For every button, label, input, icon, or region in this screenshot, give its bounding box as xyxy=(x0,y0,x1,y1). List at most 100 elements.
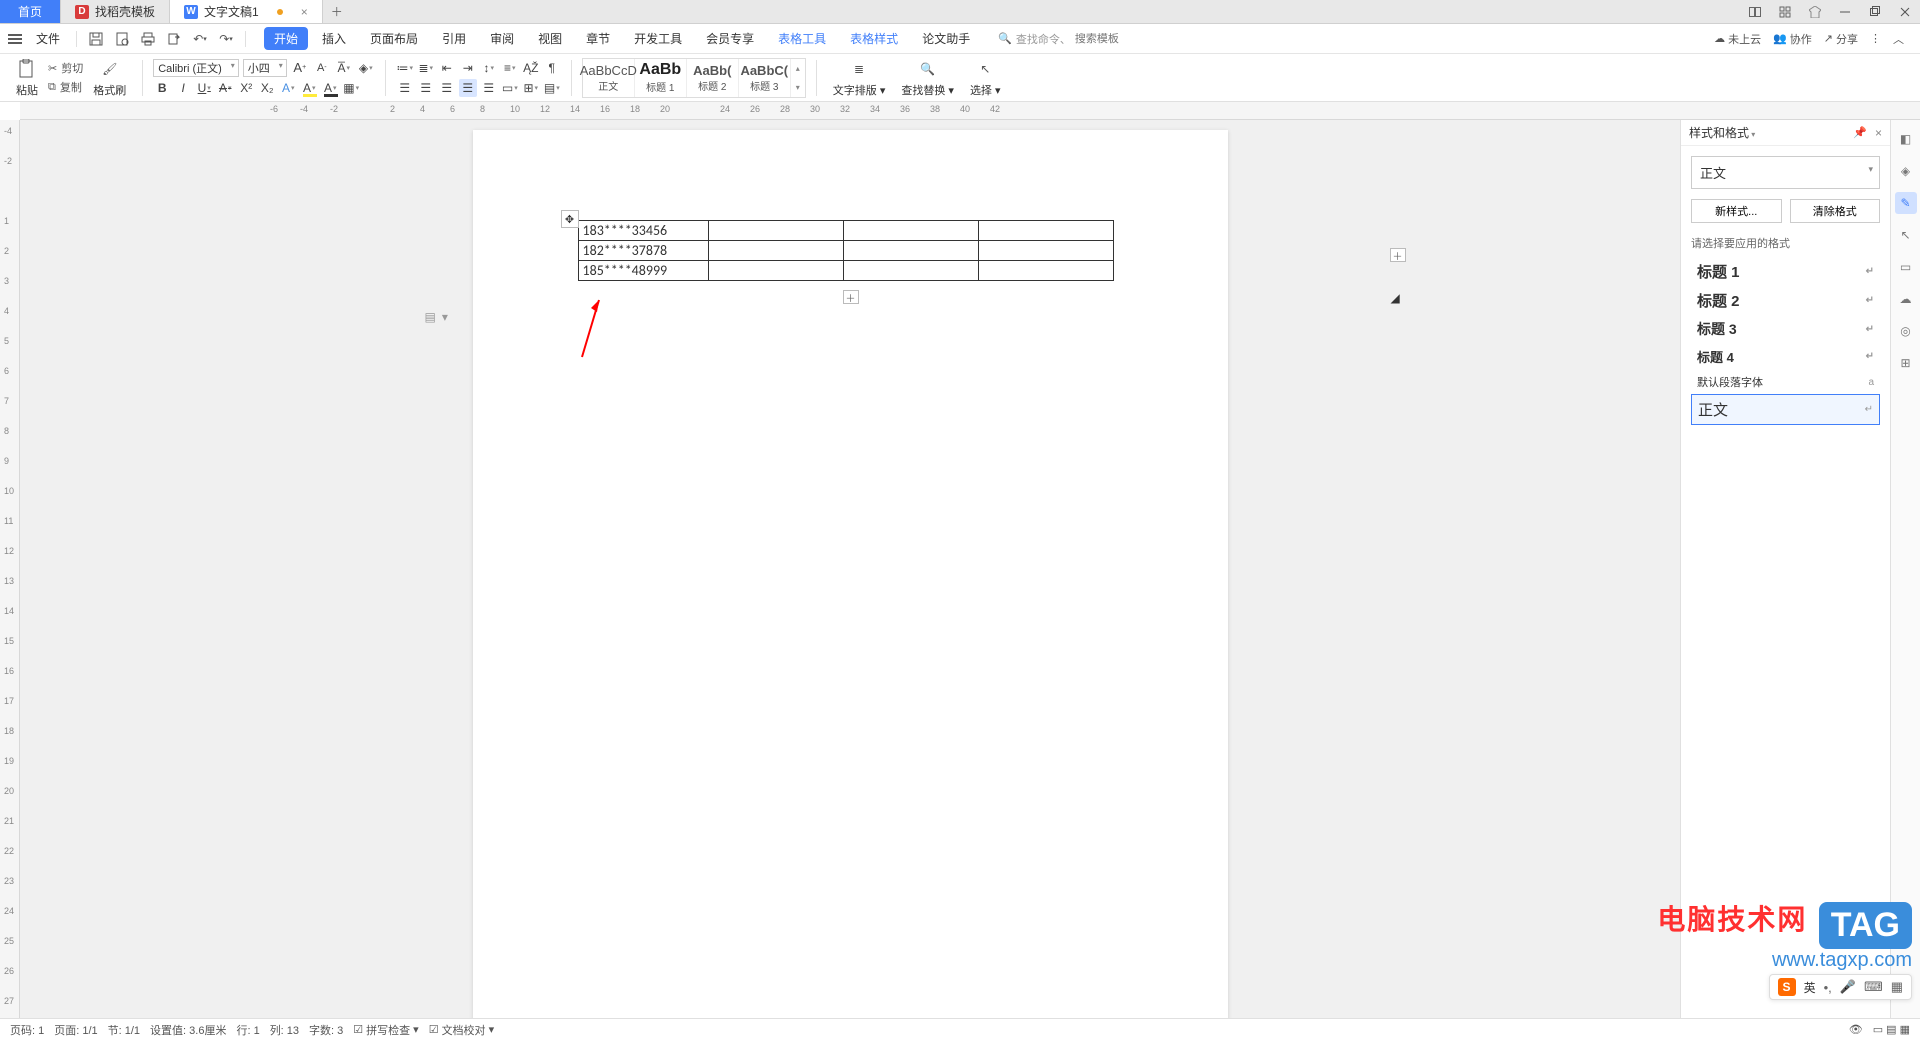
maximize-button[interactable] xyxy=(1860,0,1890,24)
shading-button[interactable]: ▦ xyxy=(342,79,360,97)
document-table[interactable]: 183****33456182****37878185****48999 xyxy=(578,220,1114,281)
status-spellcheck[interactable]: ☑ 拼写检查 ▾ xyxy=(353,1022,418,1038)
copy-button[interactable]: ⧉ 复制 xyxy=(48,79,83,95)
ime-bar[interactable]: S 英 •, 🎤 ⌨ ▦ xyxy=(1769,974,1912,1000)
document-scroll[interactable]: ✥ 183****33456182****37878185****48999 ＋… xyxy=(20,120,1680,1018)
cloud-pane-icon[interactable]: ☁ xyxy=(1895,288,1917,310)
paragraph-shading-button[interactable]: ▭ xyxy=(501,79,519,97)
decrease-font-button[interactable]: A- xyxy=(313,59,331,77)
align-justify-button[interactable]: ☰ xyxy=(459,79,477,97)
tab-home[interactable]: 首页 xyxy=(0,0,61,23)
ribbon-tab-start[interactable]: 开始 xyxy=(264,27,308,50)
table-cell[interactable] xyxy=(843,241,978,261)
close-panel-icon[interactable]: × xyxy=(1875,126,1882,140)
ribbon-tab-sections[interactable]: 章节 xyxy=(576,27,620,50)
tabs-button[interactable]: ⊞ xyxy=(522,79,540,97)
sogou-icon[interactable]: S xyxy=(1778,978,1796,996)
table-move-handle[interactable]: ✥ xyxy=(561,210,579,228)
close-window-button[interactable] xyxy=(1890,0,1920,24)
bullets-button[interactable]: ≔ xyxy=(396,59,414,77)
horizontal-ruler[interactable]: -6-4-22468101214161820242628303234363840… xyxy=(20,102,1920,120)
align-distributed-button[interactable]: ☰ xyxy=(480,79,498,97)
ribbon-tab-references[interactable]: 引用 xyxy=(432,27,476,50)
command-search[interactable]: 🔍 查找命令、 xyxy=(998,31,1195,47)
status-content-check[interactable]: ☑ 文档校对 ▾ xyxy=(429,1022,494,1038)
ime-grid-icon[interactable]: ▦ xyxy=(1891,979,1903,995)
page[interactable]: ✥ 183****33456182****37878185****48999 ＋… xyxy=(473,130,1228,1018)
align-left-button[interactable]: ☰ xyxy=(396,79,414,97)
styles-pane-icon[interactable]: ✎ xyxy=(1895,192,1917,214)
ime-mic-icon[interactable]: 🎤 xyxy=(1840,979,1856,995)
apps-icon[interactable] xyxy=(1770,0,1800,24)
increase-indent-button[interactable]: ⇥ xyxy=(459,59,477,77)
add-tab-button[interactable]: ＋ xyxy=(323,0,351,23)
table-cell[interactable]: 182****37878 xyxy=(578,241,708,261)
table-cell[interactable] xyxy=(978,261,1113,281)
strikethrough-button[interactable]: A xyxy=(216,79,234,97)
table-resize-handle[interactable]: ◢ xyxy=(1391,291,1401,301)
decrease-indent-button[interactable]: ⇤ xyxy=(438,59,456,77)
status-column[interactable]: 列: 13 xyxy=(270,1022,299,1038)
tab-document[interactable]: W 文字文稿1 × xyxy=(170,0,323,23)
current-style-select[interactable]: 正文 xyxy=(1691,156,1880,189)
find-replace-button[interactable]: 🔍 查找替换 ▾ xyxy=(895,58,960,98)
format-painter-button[interactable]: 🖌 格式刷 xyxy=(87,58,132,98)
reading-mode-icon[interactable]: 👁 xyxy=(1849,1023,1863,1036)
vertical-ruler[interactable]: -4-2123456789101112131415161718192021222… xyxy=(0,120,20,1018)
style-heading2[interactable]: AaBb(标题 2 xyxy=(687,59,739,97)
minimize-button[interactable] xyxy=(1830,0,1860,24)
style-entry-h2[interactable]: 标题 2↵ xyxy=(1691,286,1880,315)
export-icon[interactable] xyxy=(163,28,185,50)
borders-button[interactable]: ▤ xyxy=(543,79,561,97)
status-line[interactable]: 行: 1 xyxy=(236,1022,259,1038)
subscript-button[interactable]: X₂ xyxy=(258,79,276,97)
select-button[interactable]: ↖ 选择 ▾ xyxy=(964,58,1007,98)
search-input[interactable] xyxy=(1075,33,1195,45)
menu-more[interactable]: ⋮ xyxy=(1870,32,1881,45)
status-chars[interactable]: 字数: 3 xyxy=(309,1022,343,1038)
ribbon-tab-developer[interactable]: 开发工具 xyxy=(624,27,692,50)
ribbon-tab-insert[interactable]: 插入 xyxy=(312,27,356,50)
clear-format-button[interactable]: ◈ xyxy=(357,59,375,77)
coop-button[interactable]: 👥 协作 xyxy=(1773,31,1812,47)
view-modes[interactable]: ▭ ▤ ▦ xyxy=(1873,1023,1910,1036)
clear-format-button[interactable]: 清除格式 xyxy=(1790,199,1881,223)
section-icon[interactable]: ▤ xyxy=(425,310,436,324)
table-cell[interactable] xyxy=(843,221,978,241)
style-entry-h3[interactable]: 标题 3↵ xyxy=(1691,315,1880,343)
table-add-column-button[interactable]: ＋ xyxy=(1390,248,1406,262)
panel-title[interactable]: 样式和格式 xyxy=(1689,124,1755,141)
table-cell[interactable]: 183****33456 xyxy=(578,221,708,241)
undo-icon[interactable]: ↶▾ xyxy=(189,28,211,50)
paste-button[interactable]: 粘贴 xyxy=(10,58,44,98)
nav-pane-icon[interactable]: ◧ xyxy=(1895,128,1917,150)
numbering-button[interactable]: ≣ xyxy=(417,59,435,77)
clipboard-pane-icon[interactable]: ▭ xyxy=(1895,256,1917,278)
skin-icon[interactable] xyxy=(1800,0,1830,24)
line-spacing-button[interactable]: ≡ xyxy=(501,59,519,77)
cut-button[interactable]: ✂ 剪切 xyxy=(48,60,83,76)
print-icon[interactable] xyxy=(137,28,159,50)
underline-button[interactable]: U xyxy=(195,79,213,97)
ime-lang[interactable]: 英 xyxy=(1804,979,1816,996)
share-button[interactable]: ↗ 分享 xyxy=(1824,31,1858,47)
location-icon[interactable]: ◎ xyxy=(1895,320,1917,342)
style-entry-default-font[interactable]: 默认段落字体a xyxy=(1691,370,1880,394)
superscript-button[interactable]: X² xyxy=(237,79,255,97)
pin-icon[interactable]: 📌 xyxy=(1853,126,1867,139)
align-center-button[interactable]: ☰ xyxy=(417,79,435,97)
text-direction-button[interactable]: ↕ xyxy=(480,59,498,77)
italic-button[interactable]: I xyxy=(174,79,192,97)
sort-button[interactable]: ĄŽ xyxy=(522,59,540,77)
collapse-ribbon[interactable]: ︿ xyxy=(1893,31,1904,47)
select-pane-icon[interactable]: ↖ xyxy=(1895,224,1917,246)
status-page-number[interactable]: 页码: 1 xyxy=(10,1022,44,1038)
text-layout-button[interactable]: ≣ 文字排版 ▾ xyxy=(827,58,892,98)
redo-icon[interactable]: ↷▾ xyxy=(215,28,237,50)
font-color-button[interactable]: A xyxy=(321,79,339,97)
style-entry-h1[interactable]: 标题 1↵ xyxy=(1691,257,1880,286)
ribbon-tab-table-tools[interactable]: 表格工具 xyxy=(768,27,836,50)
style-normal[interactable]: AaBbCcD正文 xyxy=(583,59,635,97)
style-gallery-more[interactable]: ▴▾ xyxy=(791,59,805,97)
style-entry-h4[interactable]: 标题 4↵ xyxy=(1691,343,1880,370)
